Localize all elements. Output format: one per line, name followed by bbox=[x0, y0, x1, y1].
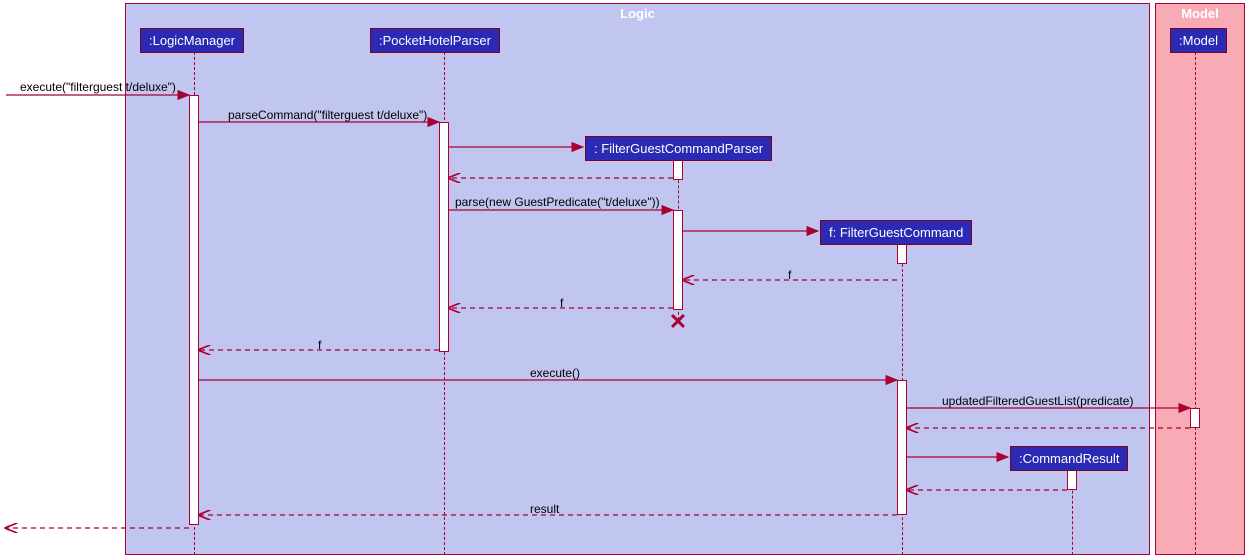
participant-command-result: :CommandResult bbox=[1010, 446, 1128, 471]
activation-model bbox=[1190, 408, 1200, 428]
activation-fgcp-1 bbox=[673, 160, 683, 180]
msg-execute2: execute() bbox=[530, 366, 580, 380]
msg-return-f1: f bbox=[788, 268, 791, 282]
participant-filter-guest-command-parser: : FilterGuestCommandParser bbox=[585, 136, 772, 161]
msg-result: result bbox=[530, 502, 559, 516]
msg-update-filtered: updatedFilteredGuestList(predicate) bbox=[942, 394, 1133, 408]
destroy-icon: ✕ bbox=[669, 309, 687, 335]
msg-execute1: execute("filterguest t/deluxe") bbox=[20, 80, 176, 94]
msg-return-f2: f bbox=[560, 296, 563, 310]
activation-fgc-1 bbox=[897, 244, 907, 264]
activation-command-result bbox=[1067, 470, 1077, 490]
participant-model: :Model bbox=[1170, 28, 1227, 53]
participant-logic-manager: :LogicManager bbox=[140, 28, 244, 53]
activation-logic-manager bbox=[189, 95, 199, 525]
lifeline-model bbox=[1195, 52, 1196, 555]
msg-return-f3: f bbox=[318, 338, 321, 352]
frame-logic: Logic bbox=[125, 3, 1150, 555]
msg-parse-command: parseCommand("filterguest t/deluxe") bbox=[228, 108, 427, 122]
participant-pocket-hotel-parser: :PocketHotelParser bbox=[370, 28, 500, 53]
participant-filter-guest-command: f: FilterGuestCommand bbox=[820, 220, 972, 245]
activation-fgc-2 bbox=[897, 380, 907, 515]
activation-pocket-hotel-parser bbox=[439, 122, 449, 352]
frame-logic-label: Logic bbox=[620, 4, 655, 23]
frame-model-label: Model bbox=[1181, 4, 1219, 23]
frame-model: Model bbox=[1155, 3, 1245, 555]
msg-parse: parse(new GuestPredicate("t/deluxe")) bbox=[455, 195, 660, 209]
activation-fgcp-2 bbox=[673, 210, 683, 310]
